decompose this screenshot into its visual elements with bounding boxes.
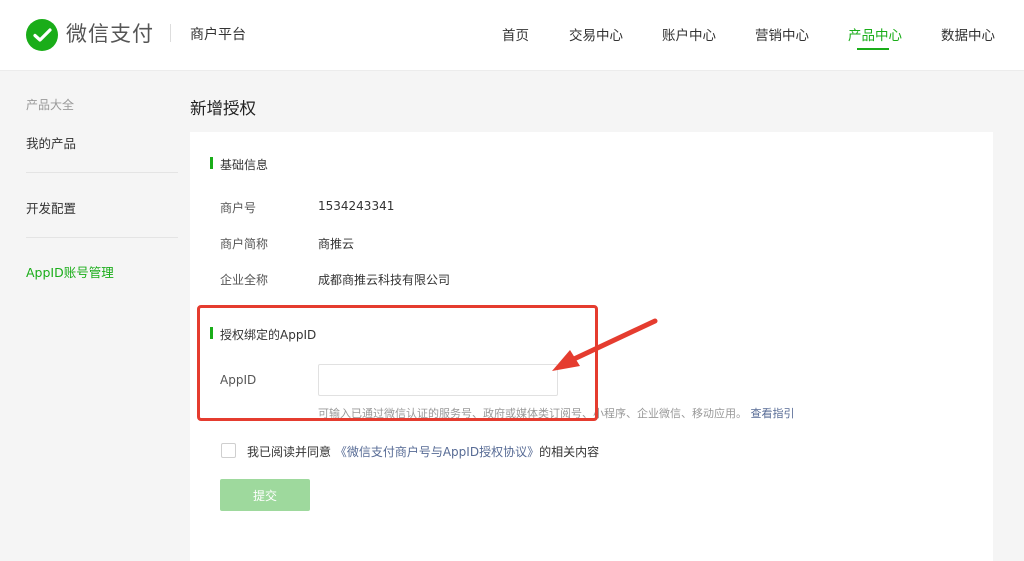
agreement-prefix: 我已阅读并同意	[247, 445, 332, 459]
annotation-arrow-icon	[552, 318, 658, 371]
agreement-checkbox[interactable]	[221, 443, 236, 458]
agreement-suffix: 的相关内容	[539, 445, 600, 459]
agreement-link[interactable]: 《微信支付商户号与AppID授权协议》	[335, 445, 539, 459]
submit-button[interactable]: 提交	[220, 479, 310, 511]
agreement-text: 我已阅读并同意 《微信支付商户号与AppID授权协议》的相关内容	[247, 443, 599, 460]
